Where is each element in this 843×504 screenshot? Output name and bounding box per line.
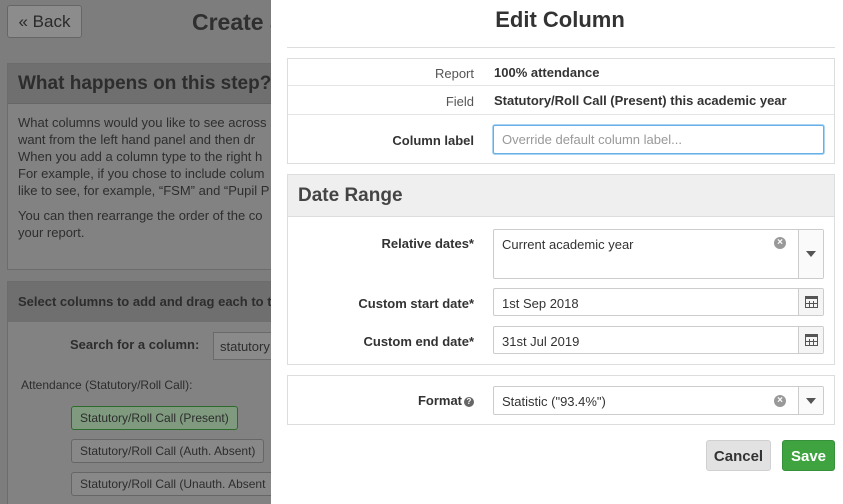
column-chip[interactable]: Statutory/Roll Call (Present) (71, 406, 238, 430)
relative-dates-label: Relative dates* (381, 236, 475, 251)
help-panel-title: What happens on this step? (8, 64, 306, 104)
help-panel-body: What columns would you like to see acros… (8, 104, 306, 251)
column-group-label: Attendance (Statutory/Roll Call): (21, 378, 193, 392)
report-label: Report (434, 66, 474, 81)
format-value: Statistic ("93.4%") (502, 394, 606, 409)
report-value: 100% attendance (494, 65, 600, 80)
start-date-value: 1st Sep 2018 (502, 296, 579, 311)
format-select[interactable]: Statistic ("93.4%") × (493, 386, 824, 415)
end-date-value: 31st Jul 2019 (502, 334, 580, 349)
row-divider (288, 114, 834, 115)
column-details-box: Report 100% attendance Field Statutory/R… (287, 58, 835, 164)
help-text-line: What columns would you like to see acros… (18, 115, 267, 130)
column-chip[interactable]: Statutory/Roll Call (Auth. Absent) (71, 439, 265, 463)
columns-panel-title: Select columns to add and drag each to t… (8, 282, 306, 322)
column-label-input[interactable]: Override default column label... (493, 125, 824, 154)
help-text-line: want from the left hand panel and then d… (18, 132, 256, 147)
relative-dates-value: Current academic year (502, 237, 634, 252)
format-label-row: Format? (288, 393, 474, 408)
help-icon[interactable]: ? (464, 396, 474, 407)
dropdown-toggle[interactable] (798, 230, 823, 278)
column-search-label: Search for a column: (70, 337, 200, 352)
custom-start-date-input[interactable]: 1st Sep 2018 (493, 288, 824, 316)
relative-dates-select[interactable]: Current academic year × (493, 229, 824, 279)
calendar-button[interactable] (798, 327, 823, 353)
dropdown-toggle[interactable] (798, 387, 823, 414)
column-label-label: Column label (392, 133, 474, 148)
date-range-box: Date Range Relative dates* Current acade… (287, 174, 835, 365)
cancel-button[interactable]: Cancel (706, 440, 771, 471)
edit-column-modal: Edit Column Report 100% attendance Field… (271, 0, 843, 504)
date-range-title: Date Range (288, 175, 834, 217)
clear-icon[interactable]: × (774, 237, 786, 249)
back-button[interactable]: « Back (7, 5, 82, 38)
field-label: Field (445, 94, 474, 109)
chevron-down-icon (806, 397, 816, 404)
custom-end-date-label: Custom end date* (363, 334, 474, 349)
help-text-line: like to see, for example, “FSM” and “Pup… (18, 183, 270, 198)
row-divider (288, 85, 834, 86)
calendar-button[interactable] (798, 289, 823, 315)
title-divider (287, 47, 835, 48)
help-text-line: For example, if you chose to include col… (18, 166, 265, 181)
calendar-icon (805, 334, 818, 346)
help-text-line: When you add a column type to the right … (18, 149, 263, 164)
custom-end-date-input[interactable]: 31st Jul 2019 (493, 326, 824, 354)
columns-panel: Select columns to add and drag each to t… (7, 281, 307, 504)
clear-icon[interactable]: × (774, 395, 786, 407)
custom-start-date-label: Custom start date* (358, 296, 474, 311)
help-text-line: your report. (18, 225, 85, 240)
column-chip[interactable]: Statutory/Roll Call (Unauth. Absent (71, 472, 275, 496)
field-value: Statutory/Roll Call (Present) this acade… (494, 93, 787, 108)
calendar-icon (805, 296, 818, 308)
chevron-down-icon (806, 251, 816, 257)
modal-title: Edit Column (495, 7, 625, 32)
page-title: Create a (192, 9, 283, 35)
help-text-line: You can then rearrange the order of the … (18, 208, 263, 223)
format-label: Format (417, 393, 462, 408)
format-box: Format? Statistic ("93.4%") × (287, 375, 835, 425)
help-panel: What happens on this step? What columns … (7, 63, 307, 270)
save-button[interactable]: Save (782, 440, 835, 471)
